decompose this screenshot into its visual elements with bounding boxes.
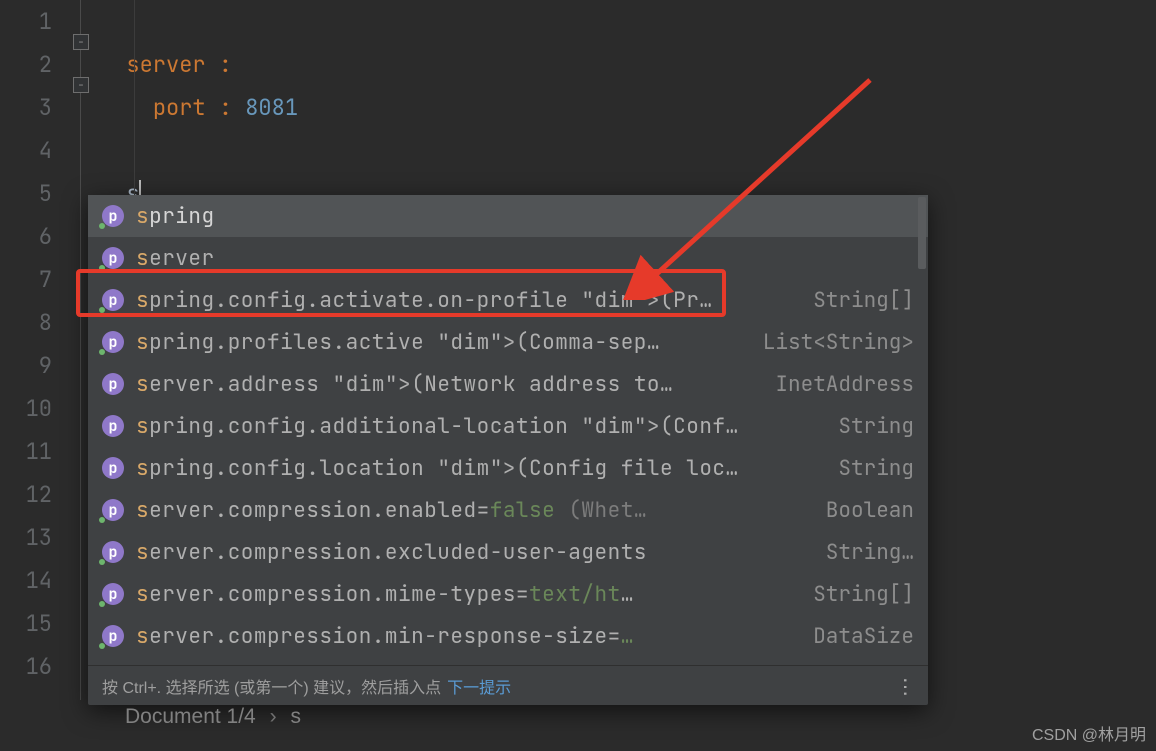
completion-type: String [838,455,914,482]
property-icon: p [102,583,124,605]
line-number: 6 [0,215,52,258]
yaml-key: port [153,93,206,122]
completion-label: spring.config.location "dim">(Config fil… [136,455,820,482]
completion-label: spring.config.activate.on-profile "dim">… [136,287,795,314]
completion-item[interactable]: p server.compression.min-response-size=… D… [88,615,928,657]
completion-label: server [136,245,914,272]
completion-popup[interactable]: pspringpserverpspring.config.activate.on… [88,195,928,705]
line-number: 11 [0,430,52,473]
line-number: 9 [0,344,52,387]
completion-type: List<String> [763,329,914,356]
popup-footer: 按 Ctrl+. 选择所选 (或第一个) 建议，然后插入点 下一提示 ⋯ [88,665,928,705]
completion-type: String[] [813,287,914,314]
completion-item[interactable]: p spring.config.additional-location "dim"… [88,405,928,447]
scrollbar-thumb-icon[interactable] [918,197,926,269]
line-number: 1 [0,0,52,43]
completion-label: spring.config.additional-location "dim">… [136,413,820,440]
line-number: 13 [0,516,52,559]
yaml-key: server [126,50,205,79]
line-number: 3 [0,86,52,129]
completion-type: String [838,413,914,440]
line-number-gutter: 1 2 3 4 5 6 7 8 9 10 11 12 13 14 15 16 [0,0,70,700]
line-number: 14 [0,559,52,602]
property-icon: p [102,625,124,647]
breadcrumb-leaf[interactable]: s [290,705,301,728]
completion-label: server.compression.enabled=false (Whet… [136,497,808,524]
completion-label: server.error.include-binding-errors [136,665,757,666]
completion-item[interactable]: pserver.error.include-binding-errorsIncl… [88,657,928,665]
completion-item[interactable]: p server.compression.enabled=false (Whet…… [88,489,928,531]
yaml-value: 8081 [245,93,298,122]
property-icon: p [102,205,124,227]
property-icon: p [102,541,124,563]
line-number: 16 [0,645,52,688]
completion-item[interactable]: p server.compression.mime-types=text/ht… S… [88,573,928,615]
completion-item[interactable]: p spring.config.activate.on-profile "dim"… [88,279,928,321]
popup-scrollbar[interactable] [916,197,926,663]
completion-type: String[] [813,581,914,608]
completion-item[interactable]: p server.address "dim">(Network address t… [88,363,928,405]
line-number: 12 [0,473,52,516]
line-number: 5 [0,172,52,215]
line-number: 4 [0,129,52,172]
line-number: 2 [0,43,52,86]
next-hint-link[interactable]: 下一提示 [447,674,511,698]
completion-type: Boolean [826,497,914,524]
breadcrumb[interactable]: Document 1/4 › s [125,705,301,729]
breadcrumb-separator-icon: › [270,705,277,728]
completion-label: server.compression.excluded-user-agents [136,539,808,566]
property-icon: p [102,331,124,353]
completion-type: IncludeAtt… [775,665,914,666]
line-number: 7 [0,258,52,301]
completion-item[interactable]: p spring.profiles.active "dim">(Comma-sep… [88,321,928,363]
completion-type: DataSize [813,623,914,650]
completion-item[interactable]: pspring [88,195,928,237]
property-icon: p [102,247,124,269]
property-icon: p [102,289,124,311]
property-icon: p [102,499,124,521]
line-number: 10 [0,387,52,430]
completion-label: server.compression.mime-types=text/ht… [136,581,795,608]
breadcrumb-doc[interactable]: Document 1/4 [125,705,256,728]
watermark: CSDN @林月明 [1032,721,1146,745]
completion-label: server.address "dim">(Network address to… [136,371,757,398]
property-icon: p [102,415,124,437]
completion-type: String… [826,539,914,566]
completion-item[interactable]: p server.compression.excluded-user-agents… [88,531,928,573]
completion-label: server.compression.min-response-size=… [136,623,795,650]
property-icon: p [102,457,124,479]
line-number: 8 [0,301,52,344]
completion-item[interactable]: pserver [88,237,928,279]
line-number: 15 [0,602,52,645]
completion-item[interactable]: p spring.config.location "dim">(Config fi… [88,447,928,489]
fold-toggle-icon[interactable]: − [73,77,89,93]
completion-type: InetAddress [775,371,914,398]
fold-toggle-icon[interactable]: − [73,34,89,50]
property-icon: p [102,373,124,395]
footer-hint: 按 Ctrl+. 选择所选 (或第一个) 建议，然后插入点 [102,674,441,698]
completion-label: spring [136,203,914,230]
completion-label: spring.profiles.active "dim">(Comma-sep… [136,329,745,356]
